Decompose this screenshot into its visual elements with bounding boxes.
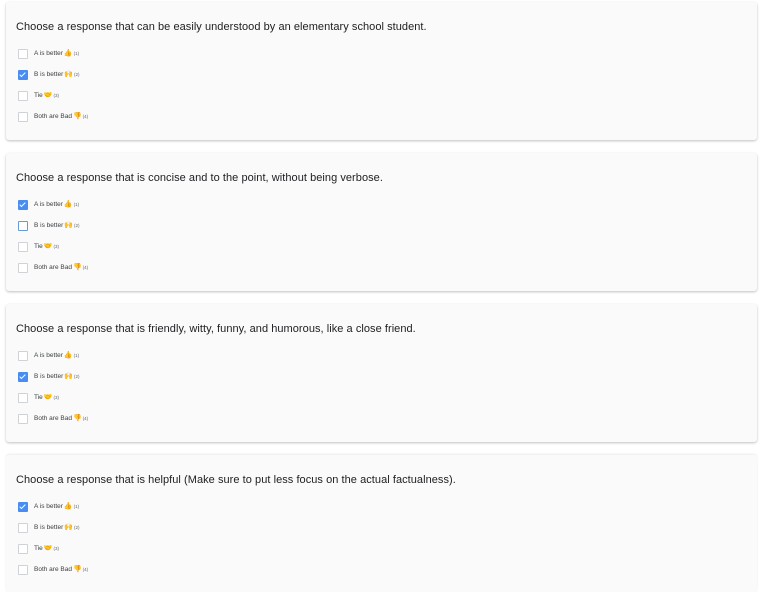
checkbox[interactable] (18, 371, 28, 382)
question-text: Choose a response that is concise and to… (16, 172, 383, 184)
checkbox[interactable] (18, 111, 28, 122)
shortcut-key: (3) (53, 545, 60, 551)
option-a-is-better[interactable]: A is better 👍 (1) (16, 345, 747, 366)
option-tie[interactable]: Tie 🤝 (3) (16, 236, 747, 257)
option-label: Both are Bad (34, 263, 72, 271)
shortcut-key: (1) (73, 352, 80, 358)
option-label: Both are Bad (34, 565, 72, 573)
handshake-icon: 🤝 (43, 242, 53, 250)
option-label: Tie (34, 393, 43, 401)
evaluation-form: Choose a response that can be easily und… (0, 0, 761, 592)
option-label: Tie (34, 91, 43, 99)
raised-hands-icon: 🙌 (64, 372, 73, 380)
checkbox[interactable] (18, 413, 28, 424)
option-a-is-better[interactable]: A is better 👍 (1) (16, 43, 747, 64)
option-both-are-bad[interactable]: Both are Bad 👎 (4) (16, 106, 747, 127)
raised-hands-icon: 🙌 (64, 523, 73, 531)
question-text: Choose a response that is friendly, witt… (16, 323, 416, 335)
question-text: Choose a response that is helpful (Make … (16, 474, 456, 486)
shortcut-key: (4) (82, 113, 89, 119)
option-label: Both are Bad (34, 414, 72, 422)
shortcut-key: (4) (82, 264, 89, 270)
checkbox[interactable] (18, 262, 28, 273)
handshake-icon: 🤝 (43, 393, 53, 401)
thumbs-down-icon: 👎 (72, 414, 82, 422)
shortcut-key: (1) (73, 50, 80, 56)
option-tie[interactable]: Tie 🤝 (3) (16, 387, 747, 408)
handshake-icon: 🤝 (43, 544, 53, 552)
handshake-icon: 🤝 (43, 91, 53, 99)
shortcut-key: (4) (82, 415, 89, 421)
shortcut-key: (2) (73, 222, 80, 228)
thumbs-down-icon: 👎 (72, 263, 82, 271)
thumbs-up-icon: 👍 (63, 502, 73, 510)
thumbs-down-icon: 👎 (72, 565, 82, 573)
question-card-4: Choose a response that is helpful (Make … (6, 455, 757, 592)
option-label: B is better (34, 221, 64, 229)
option-label: A is better (34, 49, 63, 57)
option-both-are-bad[interactable]: Both are Bad 👎 (4) (16, 408, 747, 429)
option-tie[interactable]: Tie 🤝 (3) (16, 538, 747, 559)
shortcut-key: (2) (73, 524, 80, 530)
option-label: Tie (34, 544, 43, 552)
thumbs-up-icon: 👍 (63, 200, 73, 208)
shortcut-key: (3) (53, 394, 60, 400)
option-b-is-better[interactable]: B is better 🙌 (2) (16, 64, 747, 85)
option-label: B is better (34, 523, 64, 531)
checkbox[interactable] (18, 522, 28, 533)
checkbox[interactable] (18, 48, 28, 59)
option-label: B is better (34, 372, 64, 380)
option-both-are-bad[interactable]: Both are Bad 👎 (4) (16, 559, 747, 580)
option-label: A is better (34, 502, 63, 510)
checkbox[interactable] (18, 241, 28, 252)
option-b-is-better[interactable]: B is better 🙌 (2) (16, 215, 747, 236)
checkbox[interactable] (18, 501, 28, 512)
option-b-is-better[interactable]: B is better 🙌 (2) (16, 366, 747, 387)
question-card-2: Choose a response that is concise and to… (6, 153, 757, 291)
option-label: A is better (34, 200, 63, 208)
checkbox[interactable] (18, 220, 28, 231)
question-text: Choose a response that can be easily und… (16, 21, 427, 33)
shortcut-key: (3) (53, 92, 60, 98)
checkbox[interactable] (18, 392, 28, 403)
thumbs-up-icon: 👍 (63, 49, 73, 57)
option-label: Both are Bad (34, 112, 72, 120)
option-label: B is better (34, 70, 64, 78)
option-tie[interactable]: Tie 🤝 (3) (16, 85, 747, 106)
question-card-3: Choose a response that is friendly, witt… (6, 304, 757, 442)
shortcut-key: (3) (53, 243, 60, 249)
shortcut-key: (4) (82, 566, 89, 572)
option-label: A is better (34, 351, 63, 359)
thumbs-up-icon: 👍 (63, 351, 73, 359)
checkbox[interactable] (18, 564, 28, 575)
shortcut-key: (2) (73, 71, 80, 77)
option-b-is-better[interactable]: B is better 🙌 (2) (16, 517, 747, 538)
option-a-is-better[interactable]: A is better 👍 (1) (16, 496, 747, 517)
checkbox[interactable] (18, 350, 28, 361)
checkbox[interactable] (18, 90, 28, 101)
raised-hands-icon: 🙌 (64, 221, 73, 229)
option-label: Tie (34, 242, 43, 250)
checkbox[interactable] (18, 69, 28, 80)
checkbox[interactable] (18, 199, 28, 210)
option-both-are-bad[interactable]: Both are Bad 👎 (4) (16, 257, 747, 278)
shortcut-key: (2) (73, 373, 80, 379)
question-card-1: Choose a response that can be easily und… (6, 2, 757, 140)
checkbox[interactable] (18, 543, 28, 554)
option-a-is-better[interactable]: A is better 👍 (1) (16, 194, 747, 215)
thumbs-down-icon: 👎 (72, 112, 82, 120)
shortcut-key: (1) (73, 503, 80, 509)
raised-hands-icon: 🙌 (64, 70, 73, 78)
shortcut-key: (1) (73, 201, 80, 207)
